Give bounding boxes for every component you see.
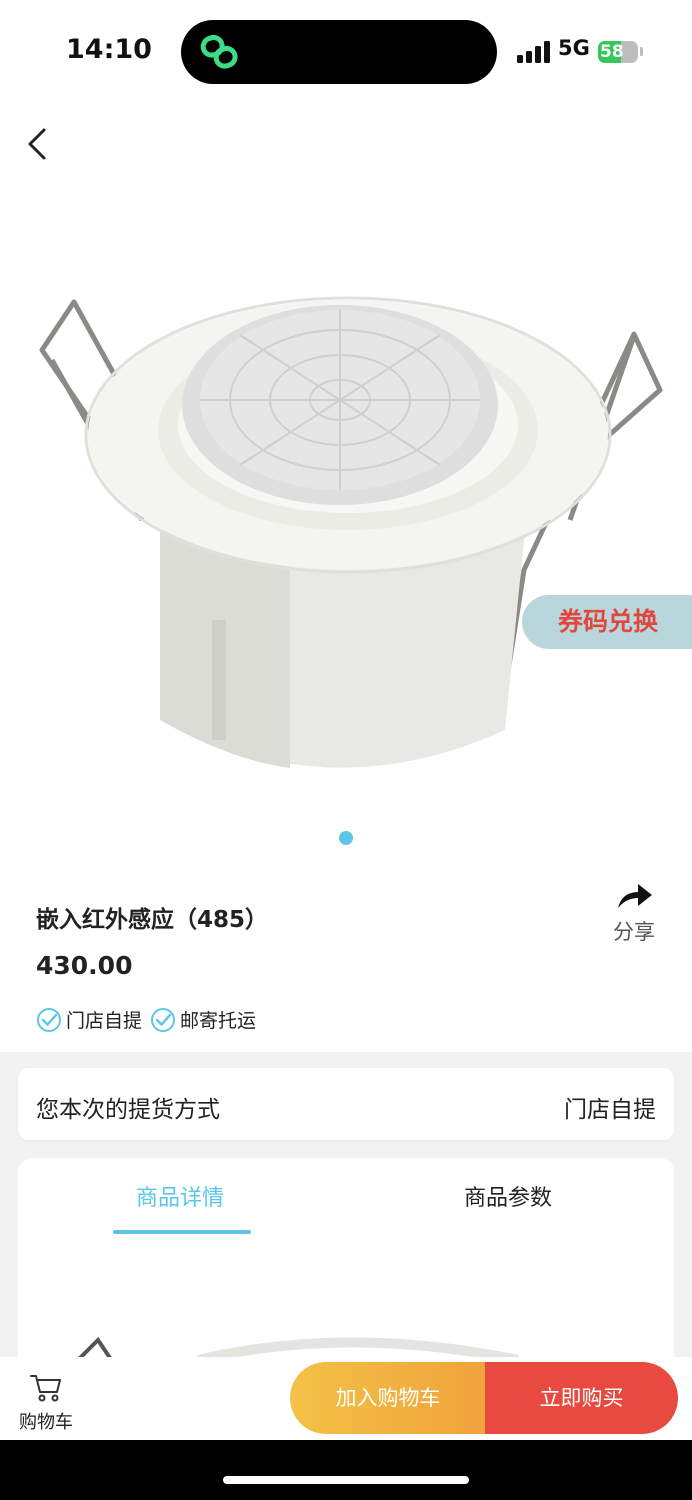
share-label: 分享 (613, 920, 655, 944)
tab-product-details[interactable]: 商品详情 (136, 1180, 224, 1212)
home-indicator-area (0, 1440, 692, 1500)
back-chevron-icon[interactable] (20, 124, 54, 164)
cart-button[interactable]: 购物车 (14, 1372, 78, 1434)
check-circle-icon (37, 1007, 61, 1032)
product-price: 430.00 (36, 951, 133, 980)
tag-label: 邮寄托运 (180, 1010, 257, 1032)
pickup-method-row[interactable]: 您本次的提货方式 门店自提 (18, 1068, 674, 1140)
battery-cap (640, 47, 643, 56)
tag-mail-shipping: 邮寄托运 (150, 1006, 256, 1033)
dynamic-island (181, 20, 497, 84)
coupon-redeem-button[interactable]: 券码兑换 (522, 595, 692, 649)
status-time: 14:10 (66, 34, 152, 65)
pickup-value: 门店自提 (564, 1097, 656, 1123)
check-circle-icon (151, 1007, 176, 1032)
cart-label: 购物车 (19, 1412, 73, 1433)
add-to-cart-button[interactable]: 加入购物车 (290, 1362, 486, 1434)
share-button[interactable]: 分享 (606, 880, 662, 946)
battery-level: 58 (600, 42, 624, 62)
tab-active-underline (113, 1230, 251, 1234)
signal-icon (517, 41, 550, 63)
link-icon (200, 34, 238, 69)
share-arrow-icon (618, 884, 652, 908)
delivery-tags: 门店自提 邮寄托运 (36, 1006, 264, 1033)
product-image[interactable] (30, 290, 670, 800)
tab-product-params[interactable]: 商品参数 (464, 1180, 552, 1212)
tag-label: 门店自提 (66, 1010, 143, 1032)
buy-now-button[interactable]: 立即购买 (485, 1362, 678, 1434)
battery-icon: 58 (598, 41, 638, 63)
home-indicator[interactable] (223, 1476, 469, 1484)
pickup-label: 您本次的提货方式 (36, 1097, 220, 1123)
shopping-cart-icon (30, 1375, 61, 1402)
product-title: 嵌入红外感应（485） (36, 907, 269, 933)
tag-store-pickup: 门店自提 (36, 1006, 142, 1033)
network-type: 5G (558, 36, 590, 60)
carousel-indicator[interactable] (339, 831, 353, 845)
